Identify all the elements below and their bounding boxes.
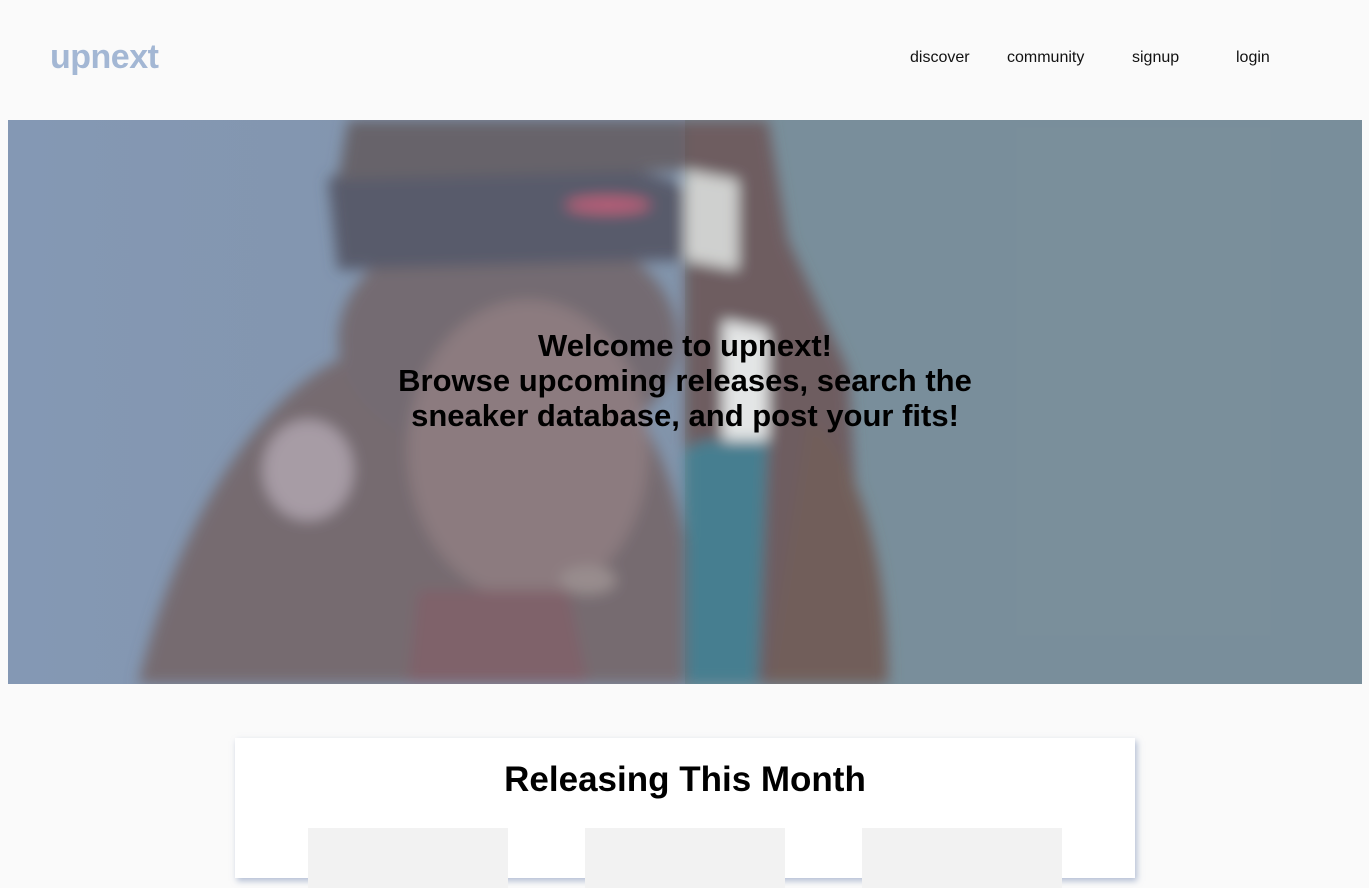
nav-login[interactable]: login <box>1236 49 1270 67</box>
release-item-placeholder[interactable] <box>308 828 508 888</box>
release-item-placeholder[interactable] <box>862 828 1062 888</box>
hero-description-line: Browse upcoming releases, search the sne… <box>398 363 972 433</box>
releases-title: Releasing This Month <box>504 760 866 799</box>
nav-community[interactable]: community <box>1007 49 1084 67</box>
nav-discover[interactable]: discover <box>910 49 970 67</box>
site-header: upnext discover community signup login <box>0 0 1369 120</box>
site-logo[interactable]: upnext <box>50 38 159 77</box>
hero-welcome-line: Welcome to upnext! <box>538 328 832 363</box>
hero-heading: Welcome to upnext! Browse upcoming relea… <box>8 328 1362 433</box>
nav-signup[interactable]: signup <box>1132 49 1179 67</box>
releasing-this-month-card: Releasing This Month <box>235 738 1135 888</box>
release-item-placeholder[interactable] <box>585 828 785 888</box>
hero-banner: Welcome to upnext! Browse upcoming relea… <box>8 120 1362 684</box>
